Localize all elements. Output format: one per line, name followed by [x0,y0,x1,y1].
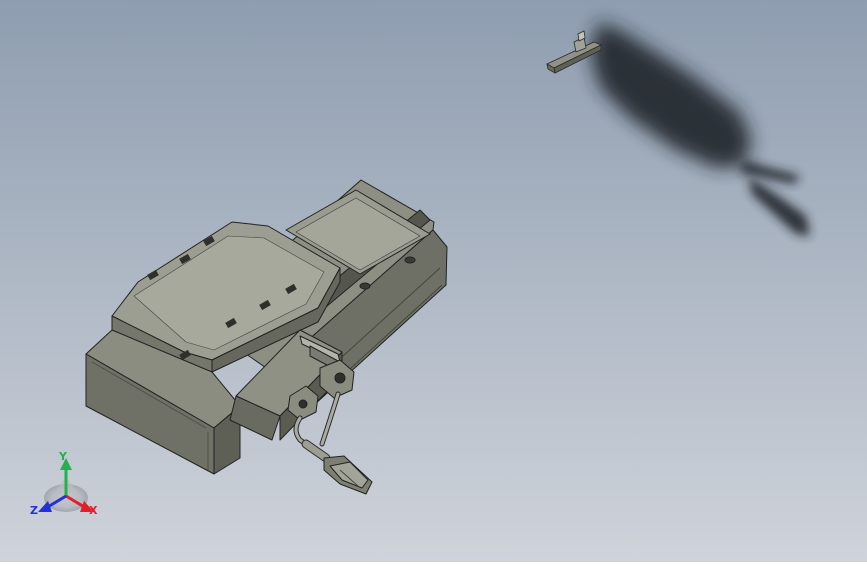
y-axis-label: Y [59,450,67,463]
x-axis-label: X [89,504,98,517]
z-axis-label: Z [30,504,38,517]
scene-svg [0,0,867,562]
3d-viewport[interactable]: Y Z X [0,0,867,562]
